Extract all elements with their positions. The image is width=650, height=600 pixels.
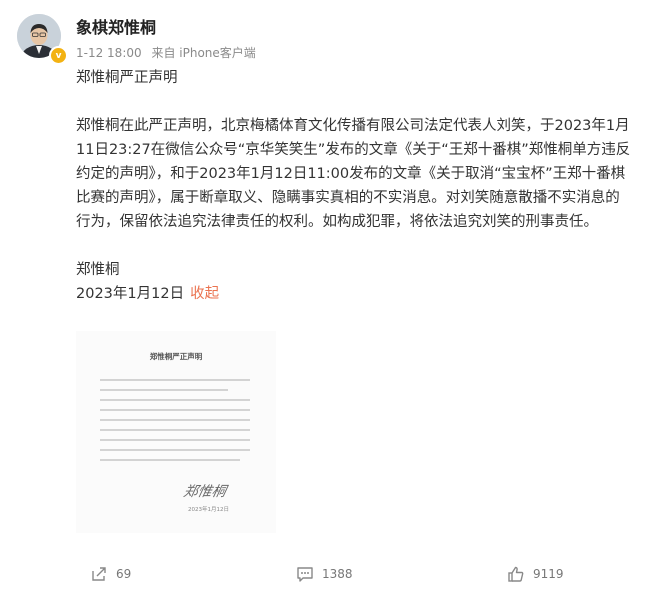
weibo-post-card: v 象棋郑惟桐 1-12 18:00 来自 iPhone客户端 郑惟桐严正声明 … [0, 0, 650, 600]
statement-text-line [100, 429, 250, 431]
thumbs-up-icon [507, 565, 525, 583]
statement-text-line [100, 419, 250, 421]
statement-text-line [100, 439, 250, 441]
comment-icon [296, 565, 314, 583]
like-count: 9119 [533, 567, 564, 581]
verified-badge-icon: v [49, 46, 68, 65]
statement-image-signature: 郑惟桐 [182, 484, 228, 500]
collapse-link[interactable]: 收起 [190, 286, 219, 302]
statement-text-line [100, 399, 250, 401]
post-content: 郑惟桐严正声明 郑惟桐在此严正声明，北京梅橘体育文化传播有限公司法定代表人刘笑，… [76, 66, 632, 306]
post-source: 来自 iPhone客户端 [151, 46, 256, 60]
post-meta: 1-12 18:00 来自 iPhone客户端 [76, 44, 262, 61]
post-title: 郑惟桐严正声明 [76, 70, 178, 86]
comment-count: 1388 [322, 567, 353, 581]
statement-text-line [100, 459, 240, 461]
statement-image-title: 郑惟桐严正声明 [149, 352, 203, 361]
statement-text-line [100, 449, 250, 451]
post-date-line: 2023年1月12日 收起 [76, 282, 632, 306]
forward-count: 69 [116, 567, 132, 581]
statement-text-line [100, 389, 228, 391]
post-signature: 郑惟桐 [76, 262, 120, 278]
username[interactable]: 象棋郑惟桐 [76, 14, 156, 38]
forward-button[interactable]: 69 [90, 565, 131, 583]
action-bar: 69 1388 9119 [0, 565, 650, 595]
post-date: 2023年1月12日 [76, 286, 185, 302]
statement-image[interactable]: 郑惟桐严正声明 郑惟桐 2023年1月12日 [76, 331, 276, 533]
statement-text-line [100, 409, 250, 411]
forward-icon [90, 565, 108, 583]
post-body: 郑惟桐在此严正声明，北京梅橘体育文化传播有限公司法定代表人刘笑，于2023年1月… [76, 118, 631, 230]
statement-text-line [100, 379, 250, 381]
statement-image-date: 2023年1月12日 [188, 507, 229, 513]
post-time[interactable]: 1-12 18:00 [76, 46, 142, 60]
comment-button[interactable]: 1388 [296, 565, 353, 583]
like-button[interactable]: 9119 [507, 565, 564, 583]
